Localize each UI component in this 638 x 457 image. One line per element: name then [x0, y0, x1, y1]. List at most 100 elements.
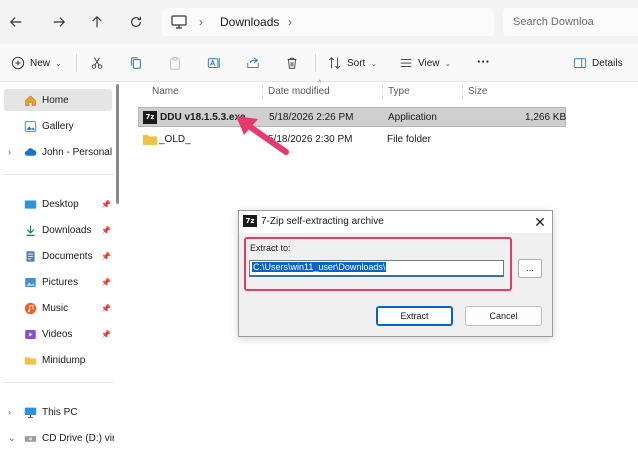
column-header-date[interactable]: Date modified [268, 86, 330, 97]
pin-icon: 📌 [101, 277, 111, 287]
paste-button[interactable] [168, 53, 182, 73]
desktop-icon [24, 199, 37, 209]
monitor-icon [171, 15, 187, 29]
chevron-down-icon: ⌄ [444, 58, 452, 68]
sidebar-item-music[interactable]: Music 📌 [0, 297, 114, 319]
music-icon [24, 302, 37, 314]
sidebar-item-label: Videos [42, 328, 73, 340]
file-type: Application [388, 112, 437, 123]
copy-button[interactable] [129, 53, 143, 73]
sidebar-item-label: Music [42, 302, 69, 314]
scissors-icon [91, 57, 103, 69]
share-button[interactable] [246, 53, 260, 73]
sidebar-item-videos[interactable]: Videos 📌 [0, 323, 114, 345]
rename-button[interactable] [207, 53, 221, 73]
browse-button[interactable]: ... [518, 259, 542, 278]
copy-icon [131, 57, 141, 69]
address-box[interactable]: › Downloads › [162, 8, 494, 36]
arrow-up-icon [92, 15, 102, 28]
column-separator[interactable] [262, 84, 263, 100]
sidebar-item-label: Documents [42, 250, 93, 262]
forward-button[interactable] [48, 11, 70, 33]
pin-icon: 📌 [101, 303, 111, 313]
sidebar-divider [4, 382, 114, 383]
sidebar-item-downloads[interactable]: Downloads 📌 [0, 219, 114, 241]
sidebar-item-label: John - Personal [42, 146, 113, 158]
column-header-type[interactable]: Type [388, 86, 410, 97]
file-name: _OLD_ [159, 134, 191, 145]
chevron-down-icon[interactable]: ⌄ [8, 433, 16, 444]
column-separator[interactable] [382, 84, 383, 100]
view-button[interactable]: View ⌄ [399, 53, 451, 73]
refresh-button[interactable] [125, 11, 147, 33]
sidebar-item-label: Downloads [42, 224, 92, 236]
sidebar-item-minidump[interactable]: Minidump [0, 349, 114, 371]
chevron-down-icon: ⌄ [55, 58, 62, 68]
close-icon[interactable]: ✕ [531, 213, 549, 231]
back-button[interactable] [5, 11, 27, 33]
home-icon [25, 95, 36, 106]
search-input[interactable]: Search Downloa [503, 8, 638, 36]
sidebar-item-documents[interactable]: Documents 📌 [0, 245, 114, 267]
column-separator[interactable] [462, 84, 463, 100]
up-button[interactable] [86, 11, 108, 33]
cut-button[interactable] [90, 53, 104, 73]
navigation-pane: Home Gallery › John - Personal Desktop 📌… [0, 82, 122, 457]
sidebar-item-label: Home [42, 94, 69, 106]
extract-to-label: Extract to: [250, 243, 291, 253]
extract-button[interactable]: Extract [376, 306, 453, 326]
details-label: Details [592, 57, 623, 69]
folder-icon [24, 356, 37, 365]
pin-icon: 📌 [101, 251, 111, 261]
sidebar-item-this-pc[interactable]: › This PC [0, 401, 114, 423]
sort-button[interactable]: Sort ⌄ [328, 53, 377, 73]
more-icon: ··· [477, 53, 490, 69]
sidebar-item-desktop[interactable]: Desktop 📌 [0, 193, 114, 215]
7zip-icon: 7z [243, 215, 257, 227]
pin-icon: 📌 [101, 199, 111, 209]
toolbar-divider [315, 54, 316, 72]
new-label: New [30, 57, 51, 69]
sidebar-item-label: Desktop [42, 198, 79, 210]
new-button[interactable]: New ⌄ [11, 53, 62, 73]
cloud-icon [24, 147, 37, 156]
cancel-button[interactable]: Cancel [465, 306, 542, 326]
sidebar-scrollbar[interactable] [116, 84, 119, 204]
sidebar-item-onedrive[interactable]: › John - Personal [0, 141, 114, 163]
file-row[interactable]: _OLD_ 5/18/2026 2:30 PM File folder [138, 130, 566, 150]
command-bar: New ⌄ Sort ⌄ View ⌄ ··· Details [0, 44, 638, 82]
chevron-right-icon[interactable]: › [288, 15, 292, 29]
file-row[interactable]: 7z DDU v18.1.5.3.exe 5/18/2026 2:26 PM A… [138, 107, 566, 127]
breadcrumb-downloads[interactable]: Downloads [220, 15, 279, 29]
sidebar-item-home[interactable]: Home [4, 89, 112, 111]
column-header-size[interactable]: Size [468, 86, 487, 97]
computer-icon [24, 407, 37, 418]
sidebar-item-label: CD Drive (D:) vir [42, 432, 114, 444]
more-options-button[interactable]: ··· [477, 51, 490, 71]
file-size: 1,266 KB [525, 112, 567, 123]
view-label: View [418, 57, 440, 69]
chevron-right-icon[interactable]: › [8, 407, 11, 417]
delete-button[interactable] [285, 53, 299, 73]
details-button[interactable]: Details [573, 53, 623, 73]
annotation-arrow-icon [236, 116, 289, 155]
chevron-right-icon: › [199, 15, 203, 29]
folder-icon [143, 135, 157, 145]
path-selected-text: C:\Users\win11_user\Downloads\ [252, 262, 387, 272]
column-header-name[interactable]: Name [152, 86, 179, 97]
sidebar-item-label: Pictures [42, 276, 79, 288]
file-type: File folder [387, 134, 431, 145]
sidebar-item-label: This PC [42, 406, 78, 418]
sidebar-item-pictures[interactable]: Pictures 📌 [0, 271, 114, 293]
sidebar-item-cd-drive[interactable]: ⌄ CD Drive (D:) vir [0, 427, 114, 449]
sidebar-item-gallery[interactable]: Gallery [0, 115, 114, 137]
trash-icon [287, 57, 297, 69]
sidebar-divider [4, 174, 114, 175]
chevron-right-icon[interactable]: › [8, 147, 11, 157]
extract-path-input[interactable]: C:\Users\win11_user\Downloads\ [249, 260, 504, 277]
arrow-left-icon [9, 17, 22, 27]
sidebar-item-label: Gallery [42, 120, 74, 132]
share-icon [247, 57, 259, 68]
dialog-titlebar[interactable]: 7z 7-Zip self-extracting archive ✕ [239, 211, 552, 233]
clipboard-icon [170, 56, 180, 70]
